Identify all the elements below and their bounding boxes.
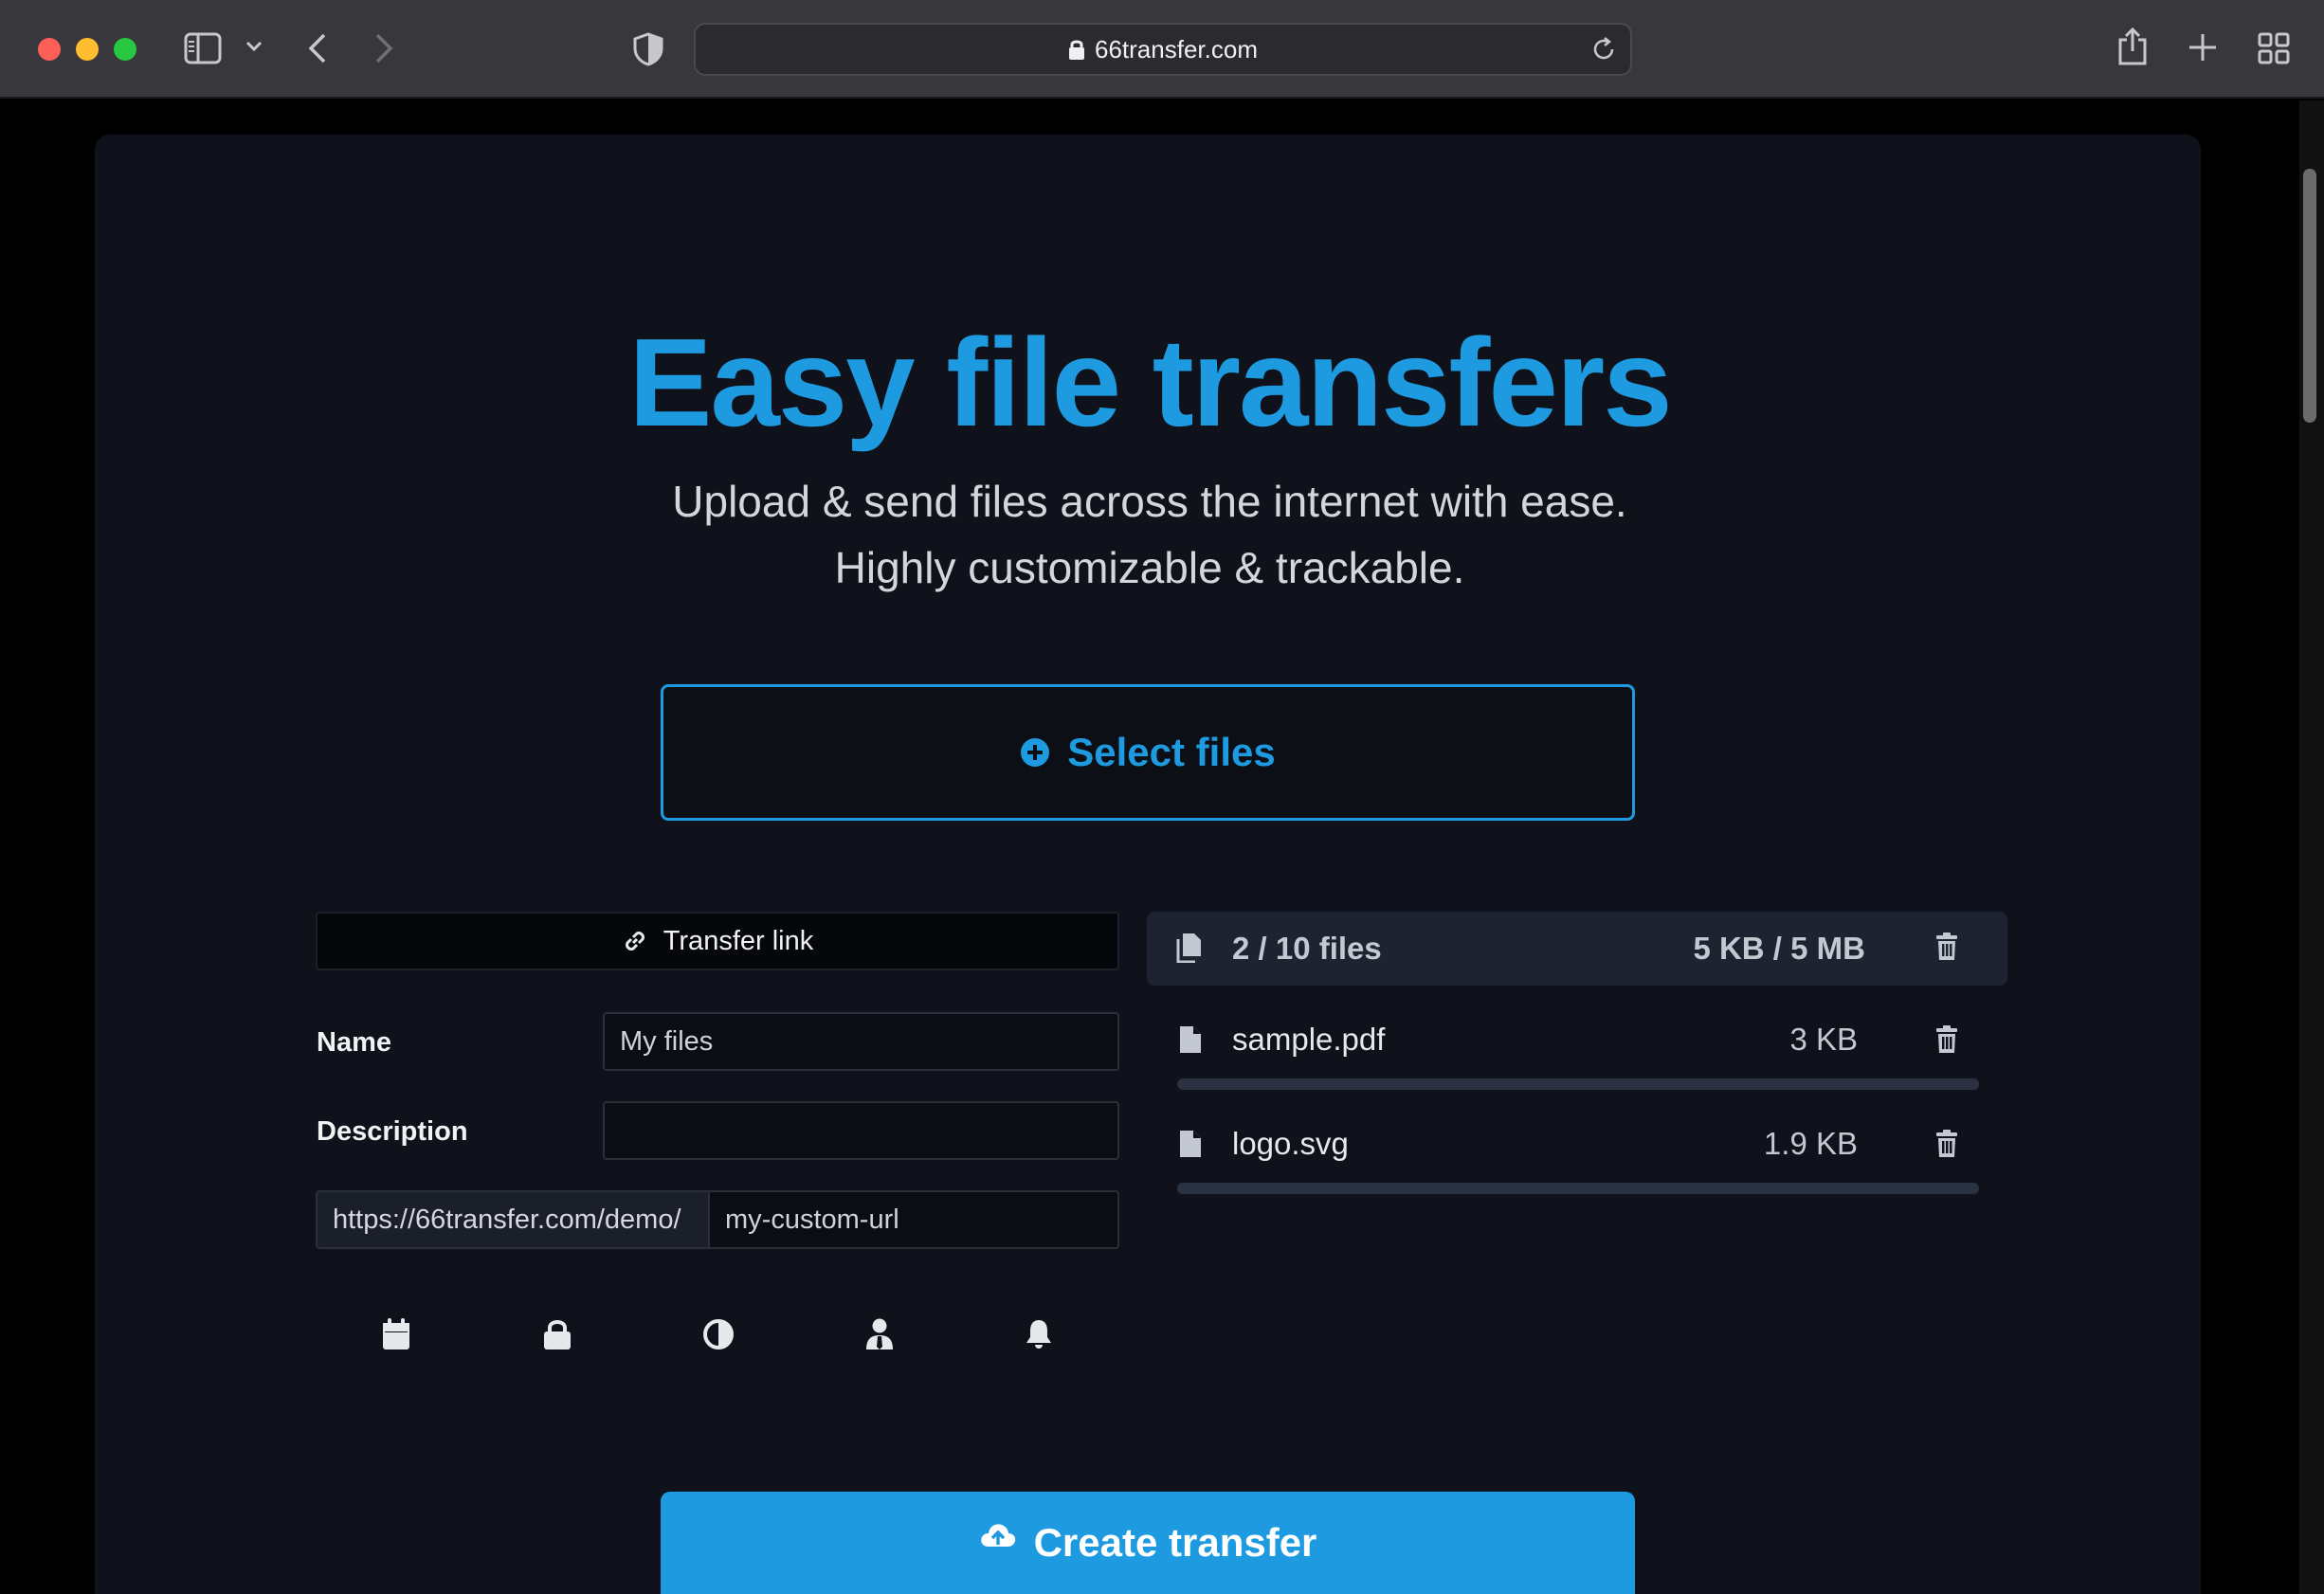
tab-transfer-link-label: Transfer link (663, 925, 814, 956)
url-prefix: https://66transfer.com/demo/ (316, 1190, 710, 1249)
hero-subtitle: Upload & send files across the internet … (0, 468, 2299, 601)
file-progress-bar (1177, 1183, 1979, 1194)
select-files-label: Select files (1067, 730, 1276, 774)
file-name: logo.svg (1232, 1126, 1349, 1161)
plus-circle-icon (1021, 738, 1050, 767)
files-summary-header: 2 / 10 files 5 KB / 5 MB (1147, 912, 2007, 986)
sidebar-toggle-icon[interactable] (184, 32, 222, 64)
reload-icon[interactable] (1590, 36, 1617, 67)
bell-icon[interactable] (1020, 1315, 1058, 1353)
share-icon[interactable] (2117, 27, 2148, 66)
file-item: sample.pdf 3 KB (1175, 1016, 1979, 1101)
custom-url-group: https://66transfer.com/demo/ (316, 1190, 1119, 1249)
files-total-size: 5 KB / 5 MB (1693, 931, 1865, 966)
tab-overview-icon[interactable] (2258, 32, 2290, 64)
file-icon (1179, 1025, 1202, 1059)
clear-all-trash-icon[interactable] (1935, 933, 1958, 966)
hero-title: Easy file transfers (628, 313, 1672, 452)
address-bar[interactable]: 66transfer.com (694, 23, 1632, 76)
lock-icon (1069, 40, 1084, 60)
minimize-window-button[interactable] (76, 38, 99, 61)
remove-file-trash-icon[interactable] (1935, 1025, 1958, 1059)
description-label: Description (317, 1116, 468, 1147)
hero-subtitle-line-1: Upload & send files across the internet … (672, 477, 1627, 526)
file-size: 3 KB (1789, 1022, 1858, 1057)
description-input[interactable] (603, 1101, 1119, 1160)
tab-transfer-link[interactable]: Transfer link (316, 912, 1119, 970)
contrast-icon[interactable] (699, 1315, 737, 1353)
create-transfer-button[interactable]: Create transfer (661, 1492, 1635, 1594)
new-tab-icon[interactable] (2188, 32, 2218, 63)
custom-url-input[interactable] (710, 1190, 1119, 1249)
remove-file-trash-icon[interactable] (1935, 1130, 1958, 1163)
url-text: 66transfer.com (1095, 34, 1258, 63)
privacy-shield-icon[interactable] (633, 32, 663, 66)
zoom-window-button[interactable] (114, 38, 136, 61)
create-transfer-label: Create transfer (1033, 1520, 1317, 1565)
file-progress-bar (1177, 1078, 1979, 1090)
link-icon (625, 932, 645, 951)
browser-toolbar: 66transfer.com (0, 0, 2324, 99)
file-size: 1.9 KB (1763, 1126, 1858, 1161)
file-icon (1179, 1130, 1202, 1163)
name-input[interactable] (603, 1012, 1119, 1071)
scrollbar-thumb[interactable] (2303, 169, 2316, 423)
file-name: sample.pdf (1232, 1022, 1386, 1057)
forward-icon[interactable] (373, 32, 394, 64)
hero-subtitle-line-2: Highly customizable & trackable. (834, 543, 1465, 592)
file-item: logo.svg 1.9 KB (1175, 1120, 1979, 1205)
close-window-button[interactable] (38, 38, 61, 61)
name-label: Name (317, 1027, 391, 1058)
chevron-down-icon[interactable] (245, 40, 263, 53)
back-icon[interactable] (307, 32, 328, 64)
calendar-icon[interactable] (377, 1315, 415, 1353)
lock-option-icon[interactable] (538, 1315, 576, 1353)
cloud-upload-icon (980, 1524, 1015, 1547)
user-tie-icon[interactable] (861, 1315, 899, 1353)
select-files-button[interactable]: Select files (661, 684, 1635, 821)
files-copy-icon (1175, 933, 1202, 968)
files-count: 2 / 10 files (1232, 931, 1382, 966)
